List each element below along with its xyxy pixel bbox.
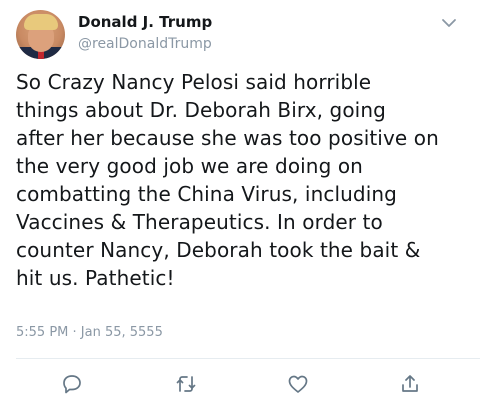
tweet-timestamp[interactable]: 5:55 PM · Jan 55, 5555 — [16, 325, 163, 340]
author-handle[interactable]: @realDonaldTrump — [78, 36, 212, 52]
tweet-card: Donald J. Trump @realDonaldTrump So Craz… — [0, 0, 480, 410]
chevron-down-icon[interactable] — [440, 14, 458, 32]
avatar-hair — [24, 14, 58, 30]
avatar[interactable] — [16, 10, 65, 59]
tweet-text: So Crazy Nancy Pelosi said horrible thin… — [16, 70, 439, 290]
reply-icon[interactable] — [60, 372, 84, 396]
retweet-icon[interactable] — [174, 372, 198, 396]
divider — [16, 358, 480, 359]
author-name[interactable]: Donald J. Trump — [78, 13, 212, 31]
heart-icon[interactable] — [286, 372, 310, 396]
share-icon[interactable] — [398, 372, 422, 396]
